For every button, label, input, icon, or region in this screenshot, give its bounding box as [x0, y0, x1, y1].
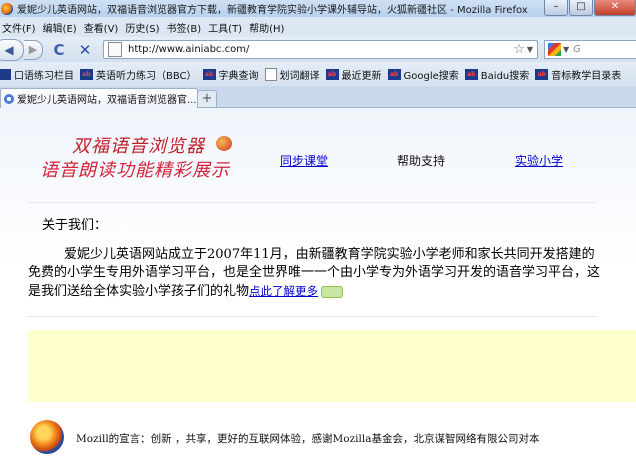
stop-button[interactable]: ✕ [75, 41, 95, 59]
bookmark-item[interactable]: ab 英语听力练习（BBC） [80, 67, 197, 82]
menu-file[interactable]: 文件(F) [0, 20, 41, 35]
bookmarks-toolbar: 口语练习栏目 ab 英语听力练习（BBC） ab 字典查询 划词翻译 ab 最近更新 … [0, 62, 636, 86]
tab-bar: 爱妮少儿英语网站，双福语音浏览器官... + [0, 86, 636, 108]
footer-text: Mozill的宣言：创新 ，共享，更好的互联网体验，感谢Mozilla基金会，北… [76, 433, 540, 445]
maximize-button[interactable]: □ [569, 0, 593, 16]
forward-arrow-icon: ▶ [28, 43, 38, 56]
about-paragraph: 爱妮少儿英语网站成立于2007年11月，由新疆教育学院实验小学老师和家长共同开发… [28, 246, 603, 301]
bookmark-label: Baidu搜索 [480, 70, 530, 82]
bookmark-item[interactable]: ab 最近更新 [325, 67, 382, 82]
footer: Mozill的宣言：创新 ，共享，更好的互联网体验，感谢Mozilla基金会，北… [30, 420, 636, 457]
site-icon: ab [464, 68, 478, 80]
back-arrow-icon: ◀ [4, 42, 14, 57]
menu-bookmarks[interactable]: 书签(B) [165, 20, 207, 35]
bookmark-label: 划词翻译 [279, 70, 320, 82]
bookmark-item[interactable]: ab 音标教学目录表 [535, 67, 621, 82]
nav-link-help-support[interactable]: 帮助支持 [397, 152, 445, 169]
bookmark-label: Google搜索 [403, 70, 459, 82]
site-icon: ab [387, 68, 401, 80]
logo-line-1: 双福语音浏览器 [72, 136, 205, 157]
bookmark-item[interactable]: ab Baidu搜索 [464, 67, 530, 82]
menu-bar: 文件(F) 编辑(E) 查看(V) 历史(S) 书签(B) 工具(T) 帮助(H… [0, 17, 636, 37]
site-favicon-icon [4, 93, 14, 104]
firefox-icon [1, 2, 13, 15]
minimize-button[interactable]: – [544, 0, 568, 16]
nav-link-primary-school[interactable]: 实验小学 [515, 152, 563, 169]
reload-icon: C [53, 40, 65, 59]
site-logo[interactable]: 双福语音浏览器 语音朗读功能精彩展示 [40, 132, 240, 182]
site-icon: ab [535, 68, 549, 80]
divider [28, 316, 596, 317]
menu-tools[interactable]: 工具(T) [206, 20, 247, 35]
firefox-logo-icon [30, 420, 64, 454]
logo-line-2: 语音朗读功能精彩展示 [40, 160, 230, 181]
tab-label: 爱妮少儿英语网站，双福语音浏览器官... [17, 95, 197, 106]
menu-help[interactable]: 帮助(H) [247, 20, 289, 35]
window-title-bar: 爱妮少儿英语网站，双福语音浏览器官方下载，新疆教育学院实验小学课外辅导站，火狐新… [0, 0, 636, 17]
site-icon: ab [325, 68, 339, 80]
site-icon: ab [202, 68, 216, 80]
bookmark-label: 音标教学目录表 [551, 70, 622, 82]
page-icon [108, 42, 122, 57]
url-dropdown-icon[interactable]: ▼ [527, 45, 537, 54]
bookmark-star-icon[interactable]: ☆ [513, 42, 527, 57]
go-badge-icon [321, 285, 344, 298]
page-icon [264, 67, 277, 81]
menu-view[interactable]: 查看(V) [82, 20, 124, 35]
about-heading: 关于我们： [42, 218, 108, 233]
bookmark-label: 口语练习栏目 [14, 70, 74, 82]
bookmark-item[interactable]: ab Google搜索 [387, 67, 459, 82]
yellow-banner [28, 330, 636, 402]
site-icon [0, 68, 11, 80]
search-engine-icon[interactable] [548, 43, 561, 56]
search-box[interactable]: ▼ G [544, 40, 636, 59]
back-button[interactable]: ◀ [0, 38, 24, 61]
reload-button[interactable]: C [49, 41, 69, 59]
divider [28, 202, 596, 203]
url-input[interactable] [128, 44, 508, 55]
bookmark-item[interactable]: 划词翻译 [264, 67, 320, 82]
bookmark-label: 字典查询 [218, 70, 259, 82]
bookmark-label: 最近更新 [341, 70, 382, 82]
site-icon: ab [80, 68, 93, 80]
nav-link-sync-class[interactable]: 同步课堂 [280, 152, 328, 169]
navigation-toolbar: ◀ ▶ C ✕ ☆ ▼ ▼ G [0, 37, 636, 62]
logo-ball-icon [216, 136, 232, 151]
new-tab-button[interactable]: + [197, 90, 217, 108]
window-title: 爱妮少儿英语网站，双福语音浏览器官方下载，新疆教育学院实验小学课外辅导站，火狐新… [17, 5, 528, 16]
page-content: 双福语音浏览器 语音朗读功能精彩展示 同步课堂 帮助支持 实验小学 关于我们： … [0, 108, 636, 457]
menu-history[interactable]: 历史(S) [123, 20, 164, 35]
search-placeholder: G [573, 44, 581, 55]
address-bar[interactable]: ☆ ▼ [103, 40, 538, 59]
read-more-link[interactable]: 点此了解更多 [249, 284, 318, 298]
window-controls: – □ ✕ [543, 0, 636, 17]
bookmark-label: 英语听力练习（BBC） [96, 70, 197, 82]
tab-active[interactable]: 爱妮少儿英语网站，双福语音浏览器官... [0, 88, 198, 108]
search-engine-dropdown-icon[interactable]: ▼ [563, 45, 569, 54]
bookmark-item[interactable]: ab 字典查询 [202, 67, 259, 82]
forward-button[interactable]: ▶ [24, 39, 43, 60]
bookmark-item[interactable]: 口语练习栏目 [0, 67, 74, 82]
stop-icon: ✕ [78, 40, 92, 59]
menu-edit[interactable]: 编辑(E) [41, 20, 82, 35]
close-window-button[interactable]: ✕ [594, 0, 636, 16]
